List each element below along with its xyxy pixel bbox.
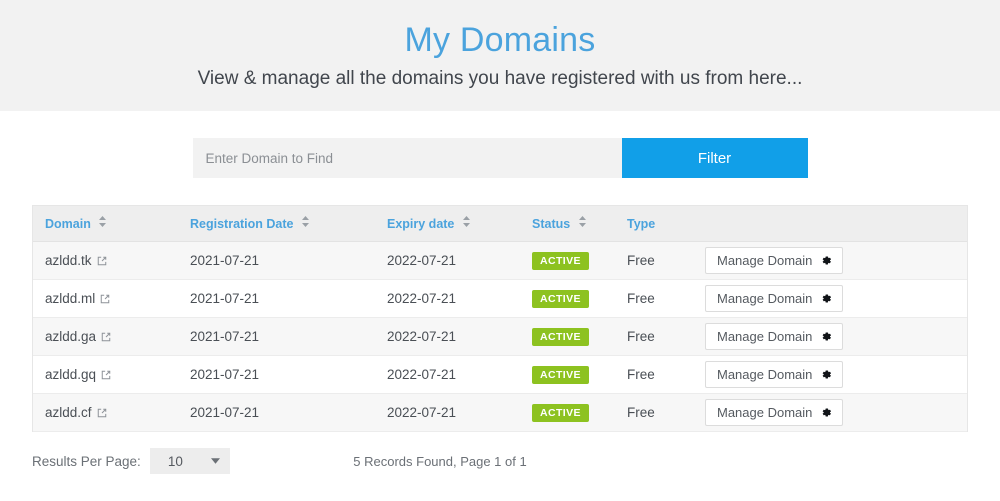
cell-registration-date: 2021-07-21 [178, 242, 375, 280]
column-header-type-label: Type [627, 217, 655, 231]
cell-domain: azldd.cf [33, 394, 178, 432]
cell-expiry-date: 2022-07-21 [375, 356, 520, 394]
status-badge: ACTIVE [532, 366, 589, 384]
manage-domain-button[interactable]: Manage Domain [705, 247, 843, 274]
gear-icon [821, 369, 832, 380]
external-link-icon [100, 294, 110, 304]
column-header-expiry-date[interactable]: Expiry date [375, 206, 520, 242]
domains-table-container: Domain Registration Date [32, 205, 968, 432]
sort-icon[interactable] [463, 216, 470, 227]
column-header-status[interactable]: Status [520, 206, 615, 242]
manage-domain-label: Manage Domain [717, 253, 812, 268]
sort-icon[interactable] [579, 216, 586, 227]
cell-registration-date: 2021-07-21 [178, 318, 375, 356]
external-link-icon [97, 408, 107, 418]
gear-icon [821, 407, 832, 418]
domain-name: azldd.tk [45, 253, 92, 268]
cell-domain: azldd.gq [33, 356, 178, 394]
manage-domain-label: Manage Domain [717, 291, 812, 306]
status-badge: ACTIVE [532, 404, 589, 422]
column-header-domain-label: Domain [45, 217, 91, 231]
cell-status: ACTIVE [520, 318, 615, 356]
search-input[interactable] [193, 138, 622, 178]
status-badge: ACTIVE [532, 328, 589, 346]
manage-domain-label: Manage Domain [717, 329, 812, 344]
table-row: azldd.ml 2021-07-21 2022-07-21 ACTIVE [33, 280, 967, 318]
manage-domain-button[interactable]: Manage Domain [705, 361, 843, 388]
cell-expiry-date: 2022-07-21 [375, 280, 520, 318]
sort-icon[interactable] [302, 216, 309, 227]
cell-actions: Manage Domain [693, 318, 967, 356]
domain-link[interactable]: azldd.cf [45, 405, 107, 420]
cell-domain: azldd.ml [33, 280, 178, 318]
sort-icon[interactable] [99, 216, 106, 227]
table-row: azldd.cf 2021-07-21 2022-07-21 ACTIVE [33, 394, 967, 432]
cell-status: ACTIVE [520, 394, 615, 432]
table-footer: Results Per Page: 10 5 Records Found, Pa… [32, 448, 968, 482]
cell-status: ACTIVE [520, 242, 615, 280]
domain-name: azldd.cf [45, 405, 92, 420]
table-body: azldd.tk 2021-07-21 2022-07-21 ACTIVE [33, 242, 967, 432]
table-header: Domain Registration Date [33, 206, 967, 242]
page-title: My Domains [0, 19, 1000, 61]
table-header-row: Domain Registration Date [33, 206, 967, 242]
page-subtitle: View & manage all the domains you have r… [0, 66, 1000, 92]
domain-name: azldd.gq [45, 367, 96, 382]
manage-domain-label: Manage Domain [717, 367, 812, 382]
cell-registration-date: 2021-07-21 [178, 394, 375, 432]
manage-domain-button[interactable]: Manage Domain [705, 323, 843, 350]
manage-domain-button[interactable]: Manage Domain [705, 399, 843, 426]
domain-link[interactable]: azldd.tk [45, 253, 107, 268]
domain-link[interactable]: azldd.ml [45, 291, 110, 306]
cell-actions: Manage Domain [693, 280, 967, 318]
column-header-status-label: Status [532, 217, 570, 231]
column-header-registration-date[interactable]: Registration Date [178, 206, 375, 242]
gear-icon [821, 293, 832, 304]
cell-status: ACTIVE [520, 356, 615, 394]
filter-bar: Filter [0, 111, 1000, 178]
gear-icon [821, 255, 832, 266]
column-header-actions [693, 206, 967, 242]
column-header-type: Type [615, 206, 693, 242]
cell-type: Free [615, 356, 693, 394]
cell-expiry-date: 2022-07-21 [375, 318, 520, 356]
manage-domain-label: Manage Domain [717, 405, 812, 420]
column-header-registration-date-label: Registration Date [190, 217, 294, 231]
cell-expiry-date: 2022-07-21 [375, 242, 520, 280]
domain-link[interactable]: azldd.ga [45, 329, 111, 344]
cell-type: Free [615, 318, 693, 356]
cell-type: Free [615, 394, 693, 432]
external-link-icon [101, 332, 111, 342]
external-link-icon [97, 256, 107, 266]
external-link-icon [101, 370, 111, 380]
column-header-expiry-date-label: Expiry date [387, 217, 454, 231]
status-badge: ACTIVE [532, 252, 589, 270]
domains-table: Domain Registration Date [33, 206, 967, 432]
cell-type: Free [615, 242, 693, 280]
table-row: azldd.tk 2021-07-21 2022-07-21 ACTIVE [33, 242, 967, 280]
page-banner: My Domains View & manage all the domains… [0, 0, 1000, 111]
cell-domain: azldd.ga [33, 318, 178, 356]
cell-status: ACTIVE [520, 280, 615, 318]
cell-actions: Manage Domain [693, 394, 967, 432]
cell-registration-date: 2021-07-21 [178, 280, 375, 318]
column-header-domain[interactable]: Domain [33, 206, 178, 242]
cell-type: Free [615, 280, 693, 318]
gear-icon [821, 331, 832, 342]
domain-name: azldd.ga [45, 329, 96, 344]
cell-actions: Manage Domain [693, 242, 967, 280]
filter-button[interactable]: Filter [622, 138, 808, 178]
manage-domain-button[interactable]: Manage Domain [705, 285, 843, 312]
records-found-text: 5 Records Found, Page 1 of 1 [0, 454, 908, 469]
cell-registration-date: 2021-07-21 [178, 356, 375, 394]
status-badge: ACTIVE [532, 290, 589, 308]
cell-expiry-date: 2022-07-21 [375, 394, 520, 432]
cell-domain: azldd.tk [33, 242, 178, 280]
table-row: azldd.gq 2021-07-21 2022-07-21 ACTIVE [33, 356, 967, 394]
cell-actions: Manage Domain [693, 356, 967, 394]
domain-link[interactable]: azldd.gq [45, 367, 111, 382]
domain-name: azldd.ml [45, 291, 95, 306]
table-row: azldd.ga 2021-07-21 2022-07-21 ACTIVE [33, 318, 967, 356]
